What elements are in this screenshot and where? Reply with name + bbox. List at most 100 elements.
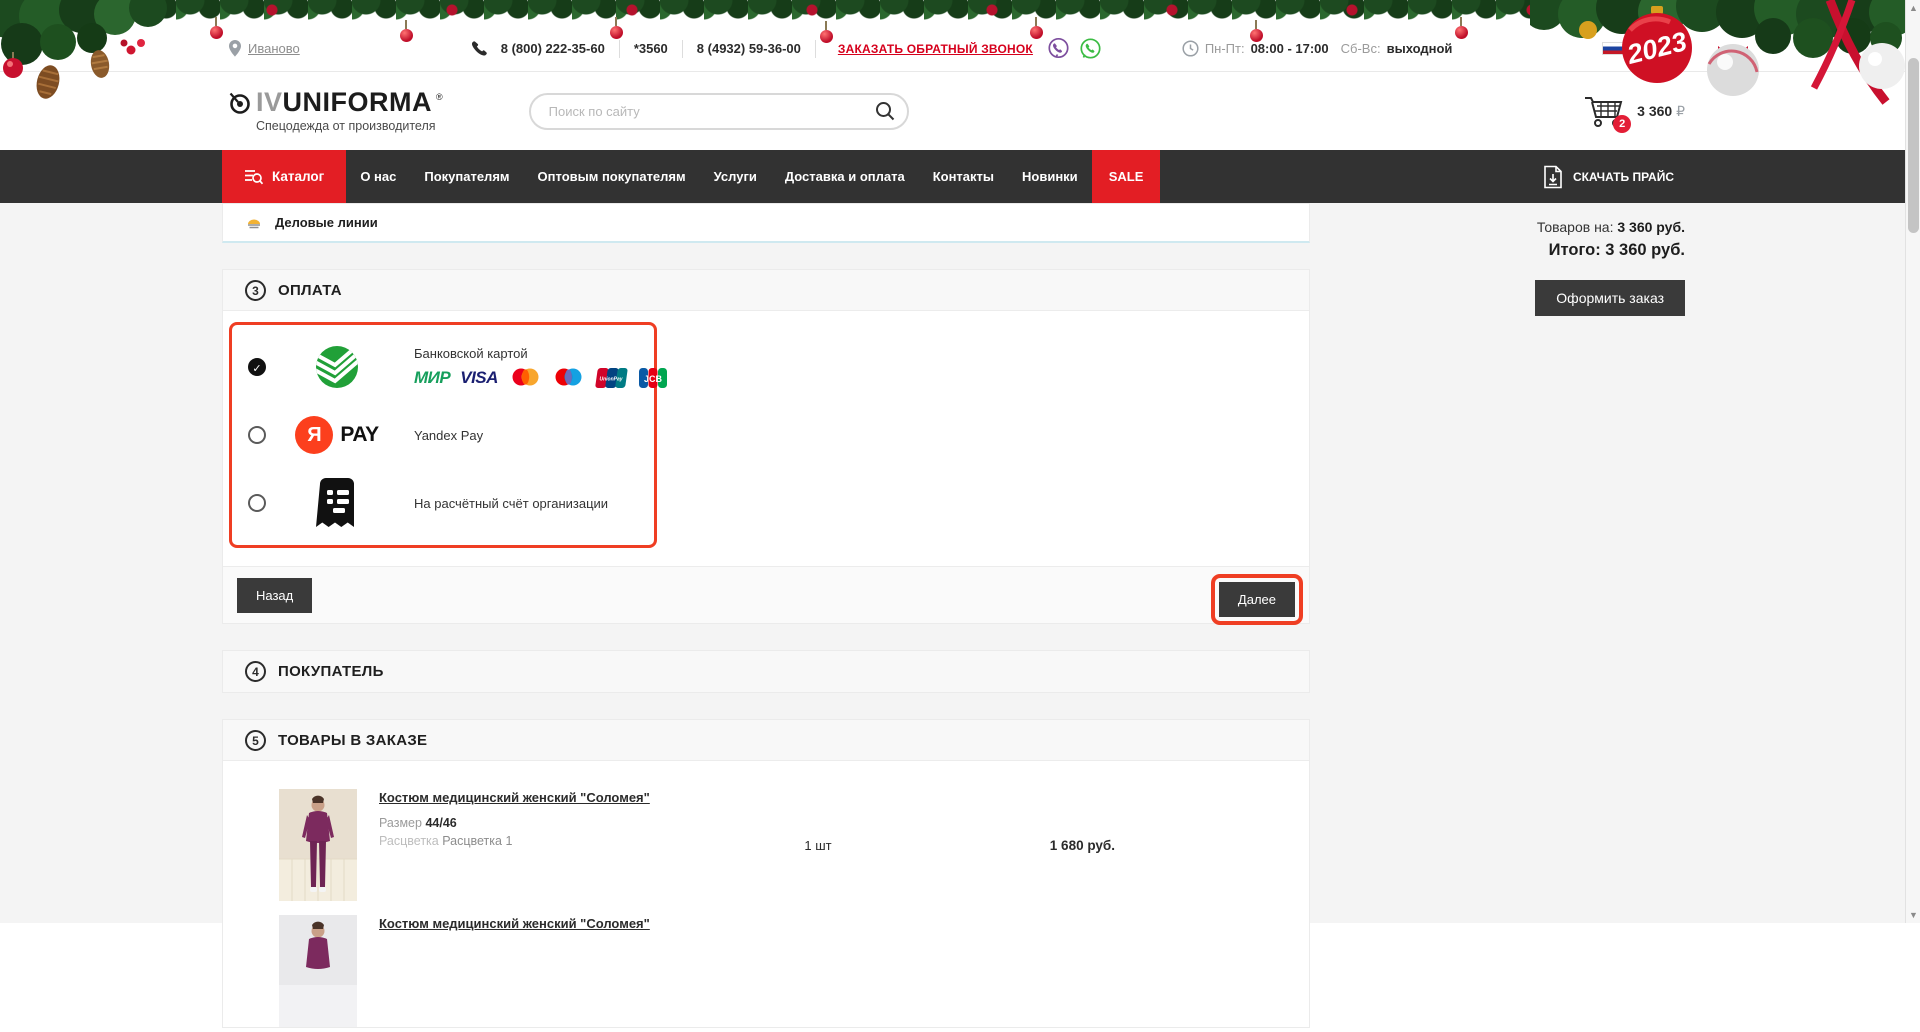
svg-text:UnionPay: UnionPay [599, 376, 622, 382]
yandex-logo-circle: Я [295, 416, 333, 454]
download-price-label: СКАЧАТЬ ПРАЙС [1573, 170, 1674, 184]
product-thumbnail[interactable] [279, 915, 357, 1027]
top-info-bar: Иваново 8 (800) 222-35-60 *3560 8 (4932)… [0, 0, 1920, 72]
location-pin-icon [228, 40, 242, 57]
step-number-5: 5 [245, 730, 266, 751]
order-item-row: Костюм медицинский женский "Соломея" Раз… [223, 761, 1309, 901]
payment-section-header: 3 ОПЛАТА [223, 270, 1309, 311]
clock-icon [1182, 40, 1199, 57]
currency-selector[interactable]: / RUB ▼ [1602, 41, 1682, 56]
nav-item-about[interactable]: О нас [346, 150, 410, 203]
catalog-icon [244, 168, 263, 185]
site-search [529, 93, 909, 130]
next-button[interactable]: Далее [1219, 582, 1295, 617]
customer-section-title: ПОКУПАТЕЛЬ [278, 663, 384, 680]
customer-section-header[interactable]: 4 ПОКУПАТЕЛЬ [223, 651, 1309, 692]
russia-flag-icon [1602, 42, 1624, 55]
nav-catalog-button[interactable]: Каталог [222, 150, 346, 203]
next-button-highlight-box: Далее [1211, 574, 1303, 625]
currency-label: / RUB [1631, 41, 1666, 56]
messenger-icons [1047, 37, 1102, 60]
nav-sale-button[interactable]: SALE [1092, 150, 1161, 203]
product-title-link[interactable]: Костюм медицинский женский "Соломея" [379, 916, 650, 931]
city-selector[interactable]: Иваново [228, 40, 300, 57]
product-title-link[interactable]: Костюм медицинский женский "Соломея" [379, 790, 650, 805]
working-hours: Пн-Пт: 08:00 - 17:00 Сб-Вс: выходной [1182, 40, 1453, 57]
mir-logo: МИР [414, 368, 450, 388]
callback-link[interactable]: ЗАКАЗАТЬ ОБРАТНЫЙ ЗВОНОК [838, 42, 1033, 56]
order-items-title: ТОВАРЫ В ЗАКАЗЕ [278, 732, 427, 749]
scrollbar-down-arrow[interactable]: ▼ [1906, 907, 1920, 923]
logo-registered-mark: ® [436, 92, 443, 102]
phones-group: 8 (800) 222-35-60 *3560 8 (4932) 59-36-0… [472, 40, 816, 58]
divider [682, 40, 683, 58]
product-thumbnail[interactable] [279, 789, 357, 901]
phone-local[interactable]: 8 (4932) 59-36-00 [697, 41, 801, 56]
cart-widget[interactable]: 2 3 360 ₽ [1583, 93, 1685, 129]
payment-option-yandex-pay[interactable]: Я PAY Yandex Pay [232, 401, 654, 469]
product-quantity: 1 шт [743, 838, 893, 853]
scrollbar-up-arrow[interactable]: ▲ [1906, 0, 1920, 16]
phone-short[interactable]: *3560 [634, 41, 668, 56]
checkout-button[interactable]: Оформить заказ [1535, 280, 1685, 316]
back-button[interactable]: Назад [237, 578, 312, 613]
jcb-logo: JCB [638, 367, 668, 389]
logo-target-icon [228, 91, 252, 115]
nav-item-wholesale[interactable]: Оптовым покупателям [524, 150, 700, 203]
step-number-4: 4 [245, 661, 266, 682]
checkout-content: Деловые линии 3 ОПЛАТА ✓ [0, 203, 1920, 923]
chevron-down-icon: ▼ [1673, 44, 1682, 54]
download-price-icon [1543, 165, 1563, 189]
payment-section: 3 ОПЛАТА ✓ Банковской картой [222, 269, 1310, 624]
phone-main[interactable]: 8 (800) 222-35-60 [501, 41, 605, 56]
radio-checked-icon[interactable]: ✓ [248, 358, 266, 376]
search-icon [875, 101, 895, 121]
nav-item-delivery[interactable]: Доставка и оплата [771, 150, 919, 203]
nav-item-contacts[interactable]: Контакты [919, 150, 1008, 203]
search-input[interactable] [547, 103, 875, 120]
site-logo[interactable]: IVUNIFORMA ® Спецодежда от производителя [228, 89, 443, 133]
order-summary: Товаров на: 3 360 руб. Итого: 3 360 руб.… [1475, 203, 1685, 316]
page-scrollbar[interactable]: ▲ ▼ [1905, 0, 1920, 923]
radio-unchecked-icon[interactable] [248, 494, 266, 512]
download-price-button[interactable]: СКАЧАТЬ ПРАЙС [1543, 150, 1674, 203]
hours-weekdays-label: Пн-Пт: [1205, 41, 1245, 56]
payment-option-content: Банковской картой МИР VISA [414, 346, 668, 389]
hours-weekdays-value: 08:00 - 17:00 [1251, 41, 1329, 56]
scrollbar-thumb[interactable] [1908, 58, 1919, 233]
hours-weekend-value: выходной [1387, 41, 1453, 56]
cart-count-badge: 2 [1613, 115, 1631, 133]
delivery-option-delovye-linii[interactable]: Деловые линии [222, 203, 1310, 243]
nav-items: О нас Покупателям Оптовым покупателям Ус… [346, 150, 1091, 203]
payment-options-highlight-box: ✓ Банковской картой МИР VISA [229, 322, 657, 548]
grand-total-label: Итого: [1549, 241, 1601, 259]
whatsapp-icon[interactable] [1079, 37, 1102, 60]
radio-unchecked-icon[interactable] [248, 426, 266, 444]
payment-section-footer: Назад Далее [223, 566, 1309, 623]
color-label: Расцветка [379, 834, 439, 848]
nav-item-services[interactable]: Услуги [700, 150, 771, 203]
invoice-receipt-icon [316, 477, 358, 529]
nav-item-buyers[interactable]: Покупателям [410, 150, 523, 203]
nav-item-new[interactable]: Новинки [1008, 150, 1092, 203]
delivery-option-label: Деловые линии [275, 215, 378, 230]
viber-icon[interactable] [1047, 37, 1070, 60]
payment-option-bank-account[interactable]: На расчётный счёт организации [232, 469, 654, 537]
svg-text:JCB: JCB [644, 374, 663, 384]
customer-section: 4 ПОКУПАТЕЛЬ [222, 650, 1310, 693]
order-item-row: Костюм медицинский женский "Соломея" [223, 901, 1309, 1027]
payment-option-bank-card[interactable]: ✓ Банковской картой МИР VISA [232, 333, 654, 401]
delivery-company-logo [245, 214, 263, 232]
divider [619, 40, 620, 58]
logo-prefix: IV [256, 87, 283, 117]
ruble-sign: ₽ [1676, 103, 1685, 119]
yandex-pay-logo: Я PAY [295, 416, 378, 454]
items-total-value: 3 360 руб. [1617, 219, 1685, 235]
main-navigation: Каталог О нас Покупателям Оптовым покупа… [0, 150, 1920, 203]
city-link[interactable]: Иваново [248, 41, 300, 56]
search-button[interactable] [875, 101, 895, 121]
logo-main-text: UNIFORMA [283, 87, 432, 117]
visa-logo: VISA [460, 368, 498, 388]
maestro-logo [552, 367, 584, 389]
payment-section-title: ОПЛАТА [278, 282, 342, 299]
